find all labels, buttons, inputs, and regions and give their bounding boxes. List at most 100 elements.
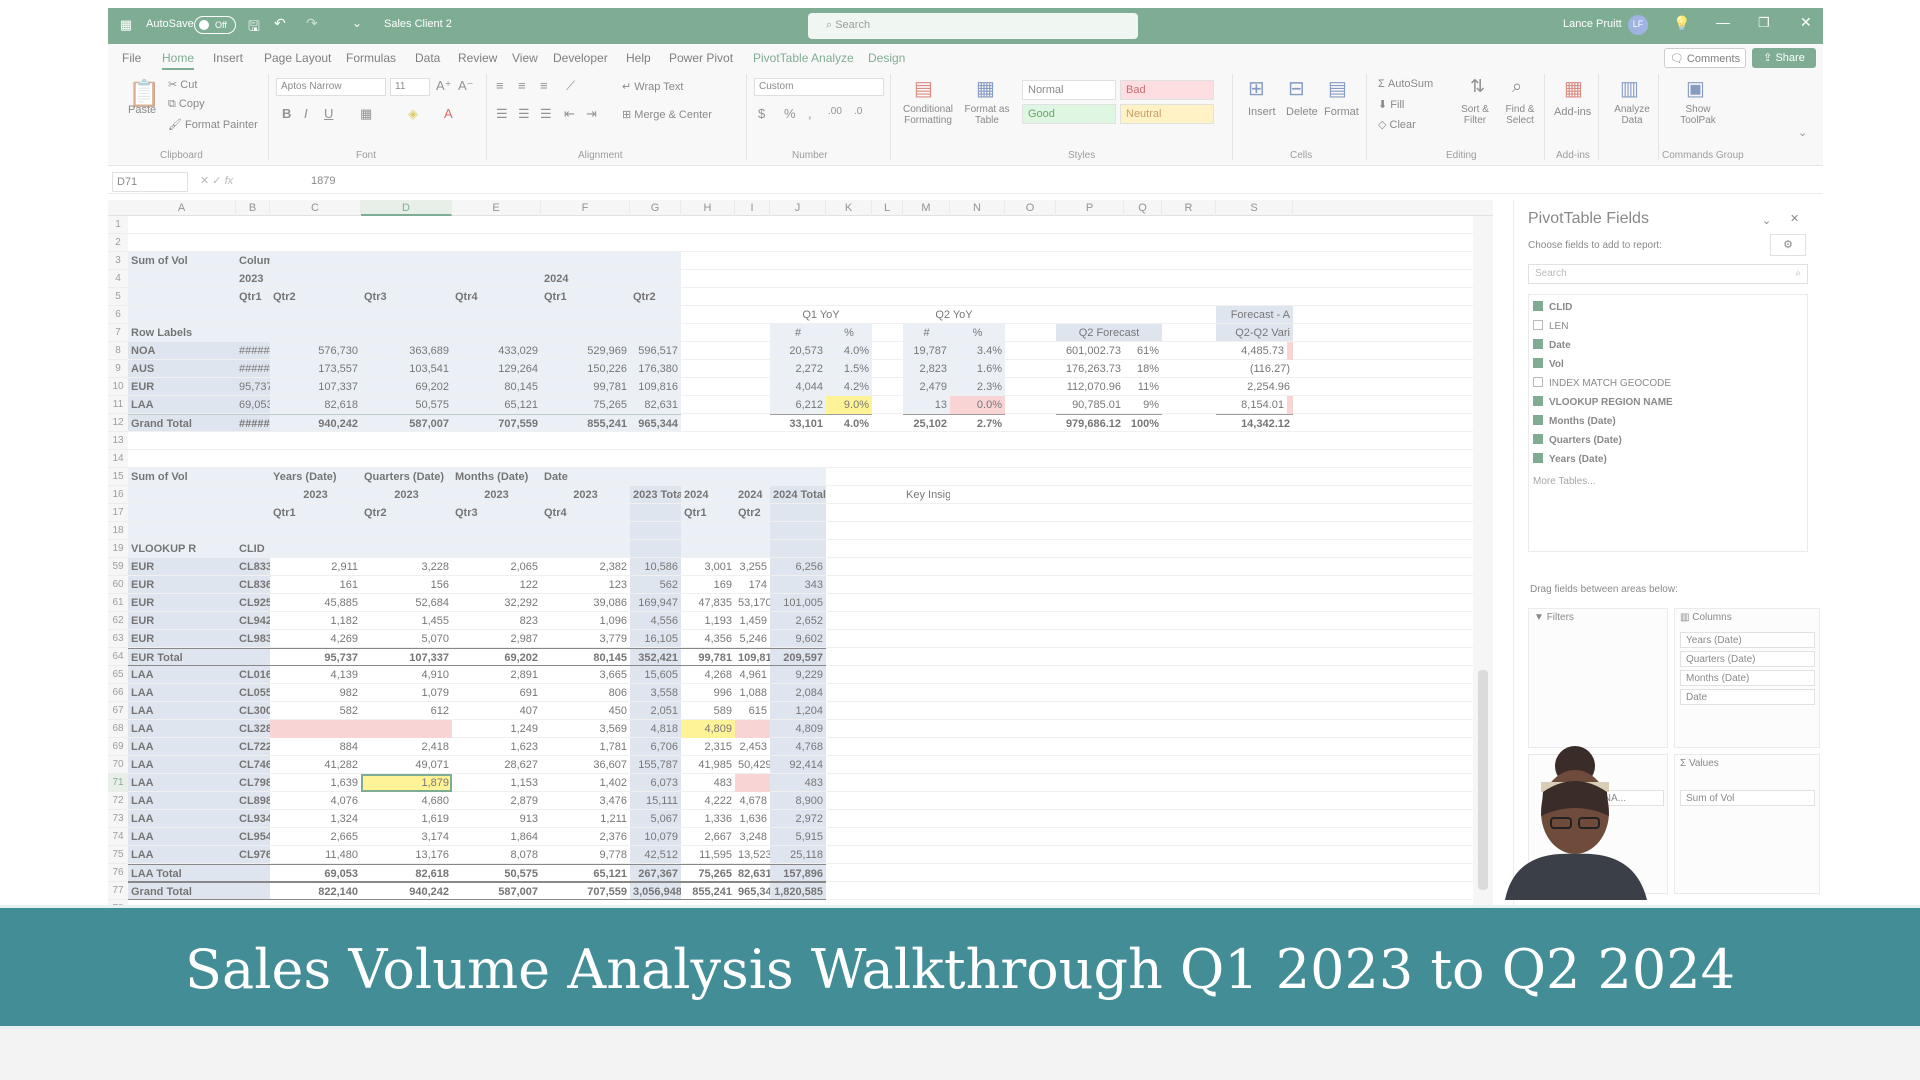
pivot2-value[interactable]: 4,268 <box>681 666 735 684</box>
column-header-e[interactable]: E <box>452 200 541 216</box>
forecast-share[interactable]: 61% <box>1124 342 1162 360</box>
field-item[interactable]: CLID <box>1533 301 1572 313</box>
row-header-74[interactable]: 74 <box>108 828 128 846</box>
column-header-r[interactable]: R <box>1162 200 1216 216</box>
name-box[interactable]: D71 <box>112 172 188 192</box>
row-header-12[interactable]: 12 <box>108 414 128 432</box>
filters-area[interactable] <box>1528 608 1668 748</box>
file-name[interactable]: Sales Client 2 <box>384 18 452 30</box>
fx-icon[interactable]: fx <box>225 175 234 187</box>
pivot2-value[interactable]: 39,086 <box>541 594 630 612</box>
pivot2-value[interactable]: 4,678 <box>735 792 770 810</box>
pivot2-value[interactable]: 52,684 <box>361 594 452 612</box>
pivot2-value[interactable]: 6,706 <box>630 738 681 756</box>
comments-button[interactable]: 🗨 Comments <box>1664 48 1746 68</box>
pivot1-value[interactable]: 80,145 <box>452 378 541 396</box>
q1-yoy-count[interactable]: 4,044 <box>770 378 826 396</box>
q1-yoy-pct[interactable]: 9.0% <box>826 396 872 414</box>
pivot2-value[interactable]: 109,816 <box>735 648 770 666</box>
q1-yoy-pct[interactable]: 4.0% <box>826 414 872 432</box>
pivot2-value[interactable]: 3,174 <box>361 828 452 846</box>
pivot2-value[interactable]: 2,911 <box>270 558 361 576</box>
pivot1-value[interactable]: ###### <box>236 342 270 360</box>
field-item[interactable]: INDEX MATCH GEOCODE <box>1533 377 1671 389</box>
pivot1-row-labels[interactable]: Row Labels <box>128 324 236 342</box>
q2-yoy-pct[interactable]: 2.7% <box>950 414 1005 432</box>
row-header-15[interactable]: 15 <box>108 468 128 486</box>
collapse-ribbon-icon[interactable]: ⌄ <box>1798 126 1807 139</box>
pivot2-value[interactable]: 267,367 <box>630 864 681 882</box>
row-header-9[interactable]: 9 <box>108 360 128 378</box>
delete-cells-icon[interactable]: ⊟ <box>1288 76 1305 101</box>
pivot2-value[interactable]: 1,781 <box>541 738 630 756</box>
field-checkbox[interactable] <box>1533 339 1543 349</box>
add-ins-button[interactable]: Add-ins <box>1554 106 1591 118</box>
pivot2-value[interactable]: 612 <box>361 702 452 720</box>
pivot2-value[interactable]: 75,265 <box>681 864 735 882</box>
pivot1-quarter-header[interactable]: Qtr2 <box>270 288 361 306</box>
pivot2-region[interactable]: LAA <box>128 810 236 828</box>
style-neutral[interactable]: Neutral <box>1120 104 1214 124</box>
field-checkbox[interactable] <box>1533 377 1543 387</box>
forecast-share[interactable]: 9% <box>1124 396 1162 414</box>
pivot2-value[interactable]: 1,619 <box>361 810 452 828</box>
row-header-69[interactable]: 69 <box>108 738 128 756</box>
formula-input[interactable]: 1879 <box>311 175 335 187</box>
pivot2-value[interactable]: 2,453 <box>735 738 770 756</box>
pivot2-quarter-header[interactable]: Qtr2 <box>735 504 770 522</box>
column-header-s[interactable]: S <box>1216 200 1293 216</box>
pivot1-sum-of-vol[interactable]: Sum of Vol <box>128 252 236 270</box>
pivot2-clid[interactable]: CL83657 <box>236 576 270 594</box>
pivot2-value[interactable]: 82,631 <box>735 864 770 882</box>
analyze-data-icon[interactable]: ▥ <box>1620 76 1639 101</box>
pivot2-clid[interactable]: CL83372 <box>236 558 270 576</box>
pivot2-value[interactable]: 806 <box>541 684 630 702</box>
pivot2-value[interactable]: 10,079 <box>630 828 681 846</box>
redo-icon[interactable]: ↷ <box>306 15 318 32</box>
pivot1-column-labels[interactable]: Colum <box>236 252 270 270</box>
pivot2-value[interactable]: 2,652 <box>770 612 826 630</box>
column-header-f[interactable]: F <box>541 200 630 216</box>
pivot2-value[interactable]: 107,337 <box>361 648 452 666</box>
align-left-icon[interactable]: ☰ <box>496 106 508 122</box>
values-area[interactable] <box>1674 754 1820 894</box>
pivot2-value[interactable]: 6,256 <box>770 558 826 576</box>
tab-pivottable-analyze[interactable]: PivotTable Analyze <box>753 51 854 65</box>
pivot1-region[interactable]: AUS <box>128 360 236 378</box>
pivot2-value[interactable]: 8,900 <box>770 792 826 810</box>
pivot2-clid[interactable]: CL79838 <box>236 774 270 792</box>
wrap-text-button[interactable]: ↵ Wrap Text <box>622 80 683 93</box>
pivot2-value[interactable]: 1,402 <box>541 774 630 792</box>
row-header-19[interactable]: 19 <box>108 540 128 558</box>
pivot2-quarter-header[interactable]: Qtr1 <box>681 504 735 522</box>
customize-toolbar-icon[interactable]: ⌄ <box>352 16 362 30</box>
autosave-toggle[interactable]: Off <box>194 16 236 34</box>
decrease-decimal-icon[interactable]: .0 <box>854 106 862 117</box>
pivot2-months-date[interactable]: Months (Date) <box>452 468 541 486</box>
pivot2-value[interactable]: 407 <box>452 702 541 720</box>
pivot2-region[interactable]: LAA <box>128 720 236 738</box>
fill-button[interactable]: ⬇ Fill <box>1378 98 1404 111</box>
field-search-input[interactable]: Search ⌕ <box>1528 264 1808 284</box>
pivot2-region[interactable]: LAA <box>128 828 236 846</box>
pivot2-value[interactable]: 855,241 <box>681 882 735 900</box>
pivot2-sum-of-vol[interactable]: Sum of Vol <box>128 468 236 486</box>
conditional-formatting-button[interactable]: Conditional Formatting <box>898 104 958 126</box>
q1-hash-header[interactable]: # <box>770 324 826 342</box>
insert-button[interactable]: Insert <box>1248 106 1276 118</box>
pivot1-quarter-header[interactable]: Qtr3 <box>361 288 452 306</box>
pivot2-clid[interactable]: CL30016 <box>236 702 270 720</box>
pivot2-value[interactable]: 161 <box>270 576 361 594</box>
font-name-select[interactable]: Aptos Narrow <box>276 78 386 96</box>
pivot2-clid-header[interactable]: CLID <box>236 540 270 558</box>
pivot2-value[interactable]: 4,818 <box>630 720 681 738</box>
pivot2-vlookup-header[interactable]: VLOOKUP R <box>128 540 236 558</box>
forecast-share[interactable]: 18% <box>1124 360 1162 378</box>
pivot2-value[interactable]: 1,324 <box>270 810 361 828</box>
pivot1-grand-total-value[interactable]: 855,241 <box>541 414 630 432</box>
pivot1-grand-total-value[interactable]: 940,242 <box>270 414 361 432</box>
pivot2-value[interactable]: 823 <box>452 612 541 630</box>
column-header-l[interactable]: L <box>872 200 903 216</box>
row-header-3[interactable]: 3 <box>108 252 128 270</box>
variance-value[interactable]: 4,485.73 <box>1216 342 1293 360</box>
